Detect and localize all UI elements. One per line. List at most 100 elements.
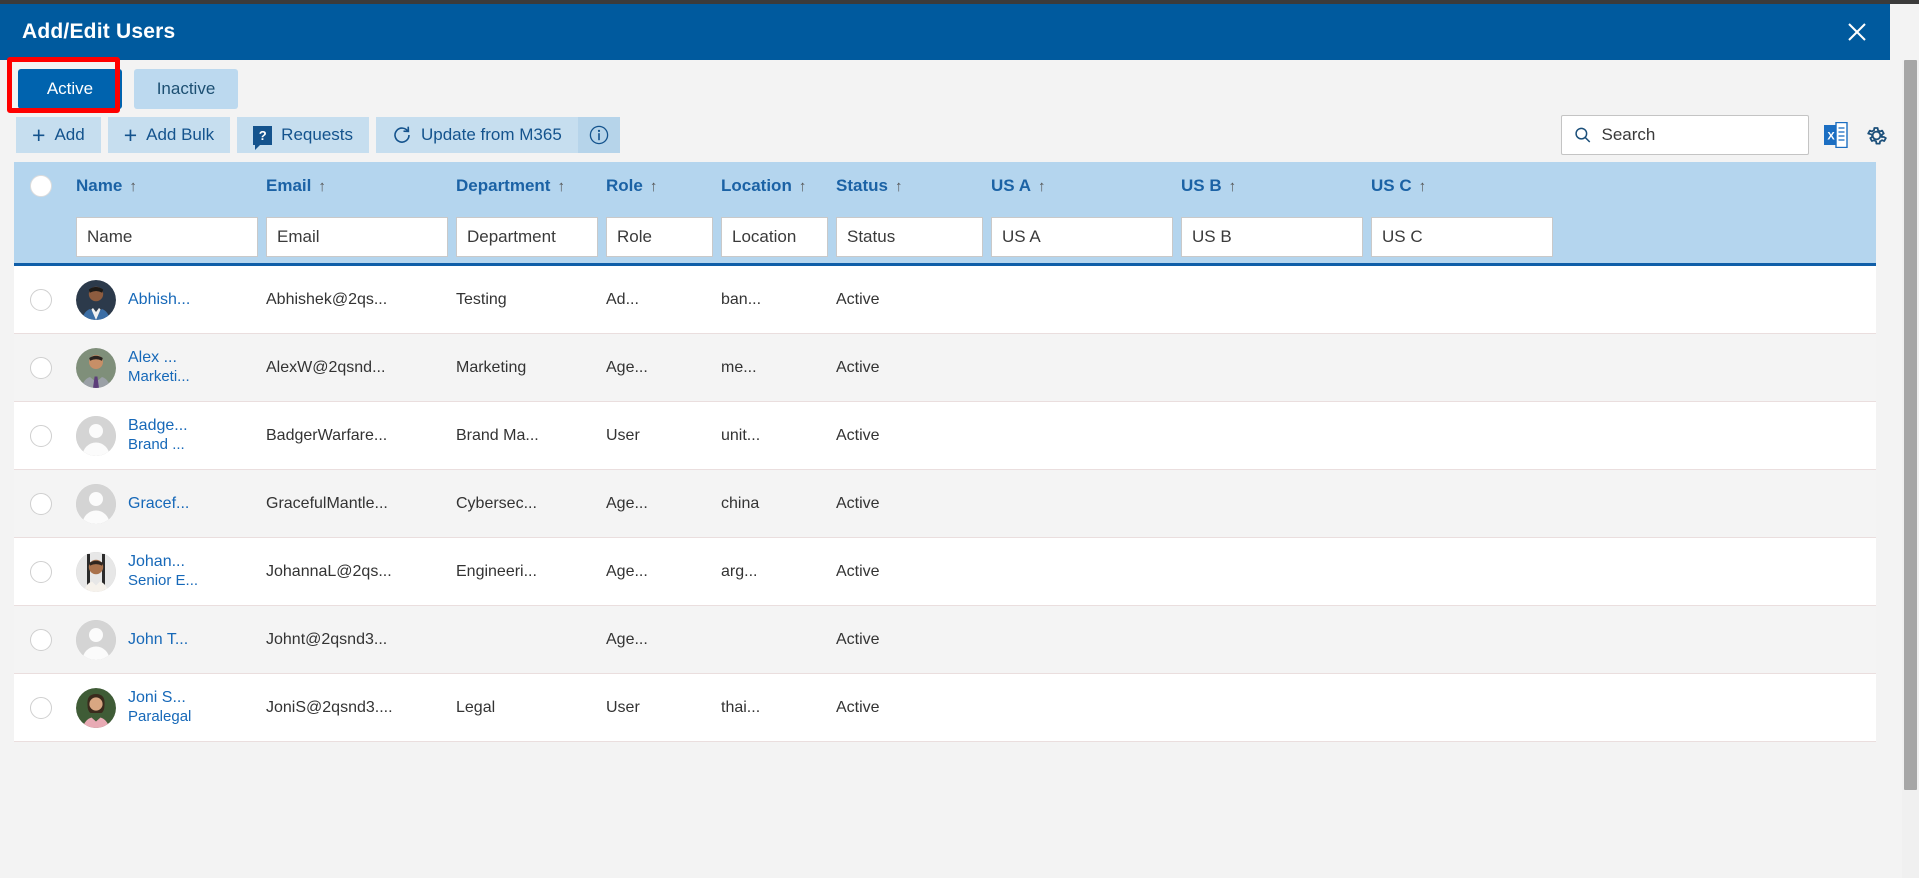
add-edit-users-dialog: Add/Edit Users Active Inactive + Add + A… <box>0 0 1919 878</box>
cell-department: Marketing <box>456 358 527 376</box>
cell-email: JoniS@2qsnd3.... <box>266 698 393 716</box>
requests-button[interactable]: ? Requests <box>237 117 369 153</box>
user-name-link[interactable]: John T... <box>128 630 188 650</box>
table-row[interactable]: Johan... Senior E... JohannaL@2qs... Engine… <box>14 538 1876 606</box>
settings-button[interactable] <box>1863 122 1889 148</box>
filter-input-role[interactable] <box>606 216 713 257</box>
row-select-radio[interactable] <box>30 424 52 447</box>
filter-input-us-c[interactable] <box>1371 216 1553 257</box>
row-select-radio[interactable] <box>30 696 52 719</box>
column-header-location[interactable]: Location ↑ <box>721 176 836 196</box>
cell-status: Active <box>836 426 880 444</box>
user-subtitle[interactable]: Paralegal <box>128 708 191 727</box>
cell-status: Active <box>836 358 880 376</box>
cell-role: Age... <box>606 630 648 648</box>
update-info-button[interactable] <box>577 117 620 153</box>
update-from-m365-group: Update from M365 <box>376 117 620 153</box>
user-name-link[interactable]: Gracef... <box>128 494 189 514</box>
user-name-link[interactable]: Abhish... <box>128 290 190 310</box>
svg-text:X: X <box>1827 131 1835 143</box>
row-select-cell <box>14 492 76 515</box>
row-select-radio[interactable] <box>30 356 52 379</box>
avatar <box>76 415 116 456</box>
user-name-link[interactable]: Badge... <box>128 416 188 436</box>
cell-department: Legal <box>456 698 496 716</box>
select-all-cell <box>14 175 76 197</box>
select-all-checkbox[interactable] <box>30 175 52 197</box>
row-select-radio[interactable] <box>30 628 52 651</box>
row-select-radio[interactable] <box>30 560 52 583</box>
add-button-label: Add <box>54 125 85 144</box>
column-header-name[interactable]: Name ↑ <box>76 176 266 196</box>
column-header-email[interactable]: Email ↑ <box>266 176 456 196</box>
column-header-role[interactable]: Role ↑ <box>606 176 721 196</box>
sort-ascending-icon: ↑ <box>1418 177 1427 195</box>
table-row[interactable]: Abhish... Abhishek@2qs... Testing Ad... ban.… <box>14 266 1876 334</box>
cell-status: Active <box>836 494 880 512</box>
row-select-radio[interactable] <box>30 288 52 311</box>
add-button[interactable]: + Add <box>16 117 101 153</box>
user-subtitle[interactable]: Marketi... <box>128 368 190 387</box>
update-from-m365-button[interactable]: Update from M365 <box>376 117 578 153</box>
filter-input-location[interactable] <box>721 216 828 257</box>
table-row[interactable]: Alex ... Marketi... AlexW@2qsnd... Marketin… <box>14 334 1876 402</box>
filter-input-status[interactable] <box>836 216 983 257</box>
close-button[interactable] <box>1824 4 1890 60</box>
user-subtitle[interactable]: Brand ... <box>128 436 188 455</box>
close-icon <box>1848 23 1866 41</box>
cell-department: Cybersec... <box>456 494 537 512</box>
grid-header-row: Name ↑ Email ↑ Department ↑ Role ↑ Locat… <box>14 162 1876 210</box>
sort-ascending-icon: ↑ <box>129 177 137 195</box>
user-name-link[interactable]: Alex ... <box>128 348 190 368</box>
user-subtitle[interactable]: Senior E... <box>128 572 198 591</box>
cell-status: Active <box>836 630 880 648</box>
cell-email: JohannaL@2qs... <box>266 562 392 580</box>
sort-ascending-icon: ↑ <box>557 177 565 195</box>
search-box[interactable] <box>1561 115 1809 155</box>
cell-role: Ad... <box>606 290 639 308</box>
filter-input-name[interactable] <box>76 216 258 257</box>
cell-name: Johan... Senior E... <box>76 551 266 592</box>
column-header-department-label: Department <box>456 176 551 195</box>
column-header-department[interactable]: Department ↑ <box>456 176 606 196</box>
cell-location: china <box>721 494 760 512</box>
avatar <box>76 551 116 592</box>
vertical-scrollbar[interactable] <box>1902 60 1919 878</box>
column-header-us-b[interactable]: US B ↑ <box>1181 176 1371 196</box>
search-input[interactable] <box>1601 125 1796 145</box>
cell-location: arg... <box>721 562 758 580</box>
cell-department: Engineeri... <box>456 562 537 580</box>
status-tab-strip: Active Inactive <box>0 66 1890 112</box>
plus-icon: + <box>123 121 138 148</box>
filter-input-email[interactable] <box>266 216 448 257</box>
cell-email: Abhishek@2qs... <box>266 290 388 308</box>
table-row[interactable]: Joni S... Paralegal JoniS@2qsnd3.... Legal U… <box>14 674 1876 742</box>
export-to-excel-button[interactable]: X <box>1823 122 1849 148</box>
row-select-radio[interactable] <box>30 492 52 515</box>
cell-name: Gracef... <box>76 483 266 524</box>
column-header-us-a-label: US A <box>991 176 1031 195</box>
filter-input-us-b[interactable] <box>1181 216 1363 257</box>
column-header-status[interactable]: Status ↑ <box>836 176 991 196</box>
sort-ascending-icon: ↑ <box>318 177 326 195</box>
row-select-cell <box>14 424 76 447</box>
grid-filter-row <box>14 210 1876 266</box>
table-row[interactable]: John T... Johnt@2qsnd3... Age... Active <box>14 606 1876 674</box>
user-name-link[interactable]: Joni S... <box>128 688 191 708</box>
row-select-cell <box>14 628 76 651</box>
refresh-icon <box>394 126 410 143</box>
filter-input-us-a[interactable] <box>991 216 1173 257</box>
table-row[interactable]: Badge... Brand ... BadgerWarfare... Brand M… <box>14 402 1876 470</box>
cell-email: GracefulMantle... <box>266 494 388 512</box>
table-row[interactable]: Gracef... GracefulMantle... Cybersec... Age… <box>14 470 1876 538</box>
filter-input-department[interactable] <box>456 216 598 257</box>
tab-inactive[interactable]: Inactive <box>134 69 238 109</box>
tab-active[interactable]: Active <box>18 69 122 109</box>
user-name-link[interactable]: Johan... <box>128 552 198 572</box>
search-and-actions: X <box>1561 110 1889 160</box>
column-header-us-c[interactable]: US C ↑ <box>1371 176 1561 196</box>
add-bulk-button[interactable]: + Add Bulk <box>107 117 231 153</box>
column-header-us-a[interactable]: US A ↑ <box>991 176 1181 196</box>
scrollbar-thumb[interactable] <box>1904 60 1917 790</box>
cell-email: AlexW@2qsnd... <box>266 358 386 376</box>
